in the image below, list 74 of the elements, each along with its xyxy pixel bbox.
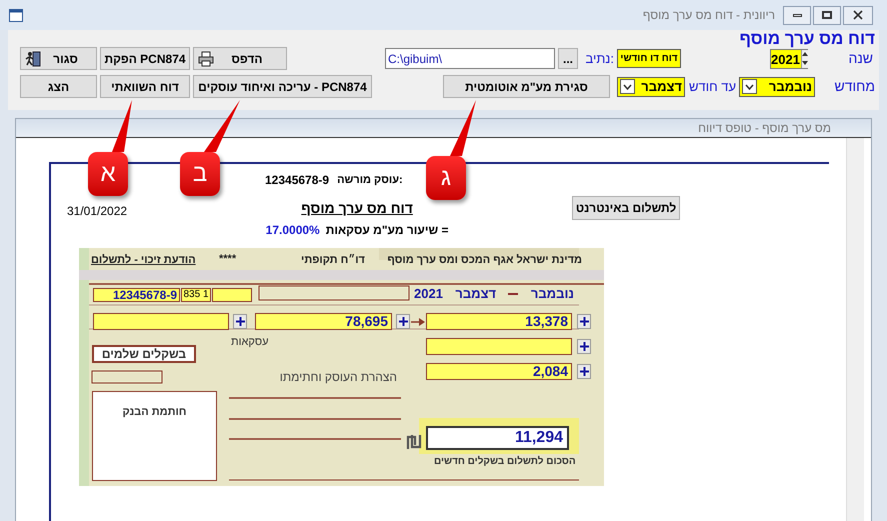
period-to: דצמבר <box>455 285 496 304</box>
callout-badge: ג <box>426 156 466 200</box>
maximize-button[interactable] <box>813 6 841 24</box>
toolbar-button[interactable]: סגור <box>20 47 97 70</box>
auto-close-button[interactable]: סגירת מע"מ אוטומטית <box>443 75 610 98</box>
exit-door-icon <box>25 51 41 67</box>
path-label: נתיב: <box>584 50 614 68</box>
spin-up-icon <box>802 52 808 56</box>
declaration-label: הצהרת העוסק וחתימתו <box>280 369 397 386</box>
printer-icon <box>198 51 214 67</box>
vertical-scrollbar[interactable] <box>846 138 864 521</box>
to-month-dropdown[interactable]: דצמבר <box>617 76 685 96</box>
page-heading: דוח מס ערך מוסף <box>739 30 875 47</box>
to-month-label: עד חודש <box>689 78 735 96</box>
report-title: מס ערך מוסף - טופס דיווח <box>698 120 831 137</box>
browse-button[interactable]: ... <box>558 48 578 69</box>
year-label: שנה <box>848 49 873 68</box>
dropdown-caret-icon <box>620 79 635 94</box>
window-icon <box>9 8 23 22</box>
report-heading: דוח מס ערך מוסף <box>301 199 413 218</box>
amount-field[interactable]: 2,084 <box>426 363 572 380</box>
dealer-field: 12345678-9 <box>93 288 180 302</box>
amount-field[interactable]: 78,695 <box>255 313 392 330</box>
shekel-icon <box>406 435 422 449</box>
path-field[interactable]: C:\gibuim\ <box>385 48 555 69</box>
toolbar-button[interactable]: הפקת PCN874 <box>100 47 190 70</box>
toolbar-button[interactable]: עריכה ואיחוד עוסקים - PCN874 <box>193 75 372 98</box>
leader-line <box>450 100 476 156</box>
blank-field[interactable] <box>93 313 229 330</box>
total-label: הסכום לתשלום בשקלים חדשים <box>434 454 576 469</box>
year-field[interactable]: 2021 <box>770 48 808 68</box>
callout-badge: ב <box>180 152 220 196</box>
report-date: 31/01/2022 <box>67 203 128 220</box>
period-year: 2021 <box>414 285 443 304</box>
sales-label: עסקאות <box>231 335 268 350</box>
toolbar-button[interactable]: דוח השוואתי <box>100 75 190 98</box>
window-title: ריוונית - דוח מס ערך מוסף <box>642 7 775 24</box>
form-stars: **** <box>219 252 236 267</box>
add-button[interactable] <box>396 314 410 329</box>
form-header: מדינת ישראל אגף המכס ומס ערך מוסף <box>387 253 582 268</box>
vat-rate-label: שיעור מע"מ עסקאות = <box>326 222 448 239</box>
whole-shekels-label: בשקלים שלמים <box>92 345 196 363</box>
online-payment-button[interactable]: לתשלום באינטרנט <box>572 196 680 220</box>
close-button[interactable] <box>843 6 873 24</box>
spin-down-icon <box>802 61 808 65</box>
dealer-label: עוסק מורשה: <box>337 172 403 188</box>
blank-field <box>212 288 252 302</box>
period-from: נובמבר <box>530 285 574 304</box>
close-icon <box>853 10 863 20</box>
form-notice: הודעת זיכוי - לתשלום <box>91 253 196 268</box>
bank-stamp-label: חותמת הבנק <box>122 405 187 420</box>
add-button[interactable] <box>577 314 591 329</box>
from-month-dropdown[interactable]: נובמבר <box>739 76 815 96</box>
vat-rate: 17.0000% <box>266 222 320 239</box>
add-button[interactable] <box>577 339 591 354</box>
dealer-id: 12345678-9 <box>265 172 330 189</box>
total-field: 11,294 <box>426 426 569 450</box>
amount-field[interactable]: 13,378 <box>426 313 572 330</box>
period-dash <box>508 293 518 295</box>
from-month-label: מחודש <box>834 77 875 96</box>
toolbar-button[interactable]: הצג <box>20 75 97 98</box>
arrow-icon <box>411 318 425 326</box>
add-button[interactable] <box>233 314 247 329</box>
add-button[interactable] <box>577 364 591 379</box>
minimize-button[interactable] <box>783 6 811 24</box>
leader-line <box>112 100 132 152</box>
leader-line <box>204 100 240 152</box>
form-type: דו״ח תקופתי <box>301 253 365 268</box>
report-type-label: דוח דו חודשי <box>617 49 681 68</box>
blank-field[interactable] <box>426 338 572 355</box>
dropdown-caret-icon <box>742 79 757 94</box>
branch-field: 835 1 <box>181 288 211 302</box>
toolbar-button[interactable]: הדפס <box>193 47 287 70</box>
callout-badge: א <box>88 152 128 196</box>
